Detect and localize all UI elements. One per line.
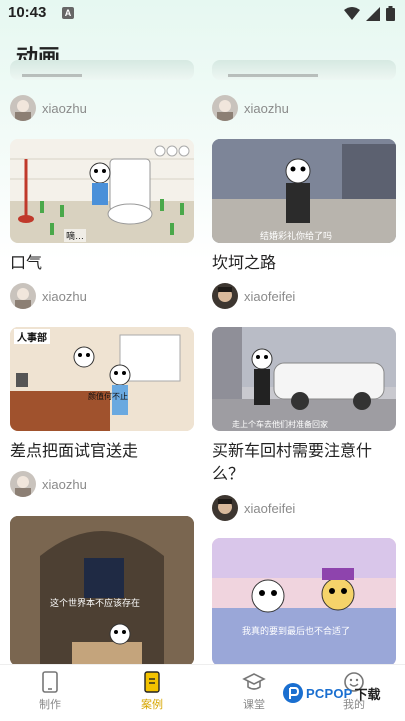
- pcpop-logo-icon: [283, 683, 303, 703]
- thumbnail-caption: 颜值何不止: [88, 392, 128, 401]
- thumbnail-sign: 人事部: [14, 329, 50, 344]
- thumbnail-caption: 嘀…: [64, 229, 87, 242]
- author-avatar: [212, 283, 238, 309]
- card-author[interactable]: xiaozhu: [212, 95, 289, 121]
- tab-label: 制作: [39, 699, 61, 711]
- author-avatar: [212, 95, 238, 121]
- card-author[interactable]: xiaozhu: [10, 95, 87, 121]
- card-thumbnail: 人事部 颜值何不止: [10, 327, 194, 431]
- watermark-brand: PCPOP: [306, 685, 353, 701]
- author-avatar: [10, 471, 36, 497]
- tab-cases[interactable]: 案例: [122, 671, 182, 712]
- thumbnail-caption: 这个世界本不应该存在: [50, 598, 141, 608]
- tab-make[interactable]: 制作: [20, 671, 80, 712]
- tab-label: 案例: [141, 699, 163, 711]
- card-thumbnail: 结婚彩礼你给了吗: [212, 139, 396, 243]
- card-title: 差点把面试官送走: [10, 443, 139, 460]
- card-title: 口气: [10, 255, 43, 272]
- graduation-cap-icon: [242, 673, 266, 690]
- author-name: xiaozhu: [244, 100, 289, 116]
- card-thumbnail: 嘀…: [10, 139, 194, 243]
- card-title: 买新车回村需要注意什么？: [212, 443, 373, 483]
- card-author[interactable]: xiaofeifei: [212, 495, 295, 521]
- tab-classroom[interactable]: 课堂: [224, 671, 284, 712]
- watermark: PCPOP 下载: [282, 682, 381, 704]
- tab-label: 课堂: [243, 699, 265, 711]
- watermark-suffix: 下载: [354, 686, 381, 702]
- status-bar: 10:43 A: [0, 0, 405, 28]
- card-author[interactable]: xiaofeifei: [212, 283, 295, 309]
- thumbnail-caption: 结婚彩礼你给了吗: [260, 231, 333, 241]
- card-thumbnail: 走上个车去他们村准备回家: [212, 327, 396, 431]
- author-name: xiaozhu: [42, 288, 87, 304]
- wifi-icon: [344, 6, 360, 20]
- card-thumbnail: [10, 60, 194, 80]
- thumbnail-caption: 我真的要到最后也不合适了: [242, 626, 351, 636]
- card-title: 坎坷之路: [212, 255, 277, 272]
- author-name: xiaofeifei: [244, 500, 296, 516]
- status-icons: [344, 6, 395, 21]
- phone-icon: [42, 671, 58, 693]
- card-thumbnail: [212, 60, 396, 80]
- author-avatar: [10, 95, 36, 121]
- author-name: xiaozhu: [42, 100, 87, 116]
- card-author[interactable]: xiaozhu: [10, 471, 87, 497]
- signal-icon: [366, 6, 380, 21]
- author-name: xiaofeifei: [244, 288, 296, 304]
- card-thumbnail: 我真的要到最后也不合适了: [212, 538, 396, 666]
- author-name: xiaozhu: [42, 476, 87, 492]
- case-book-icon: [144, 671, 160, 693]
- card-author[interactable]: xiaozhu: [10, 283, 87, 309]
- thumbnail-caption: 走上个车去他们村准备回家: [232, 420, 328, 429]
- status-time: 10:43: [8, 4, 47, 21]
- notification-icon: A: [62, 7, 74, 19]
- author-avatar: [212, 495, 238, 521]
- card-thumbnail: 这个世界本不应该存在: [10, 516, 194, 666]
- author-avatar: [10, 283, 36, 309]
- battery-icon: [386, 6, 395, 21]
